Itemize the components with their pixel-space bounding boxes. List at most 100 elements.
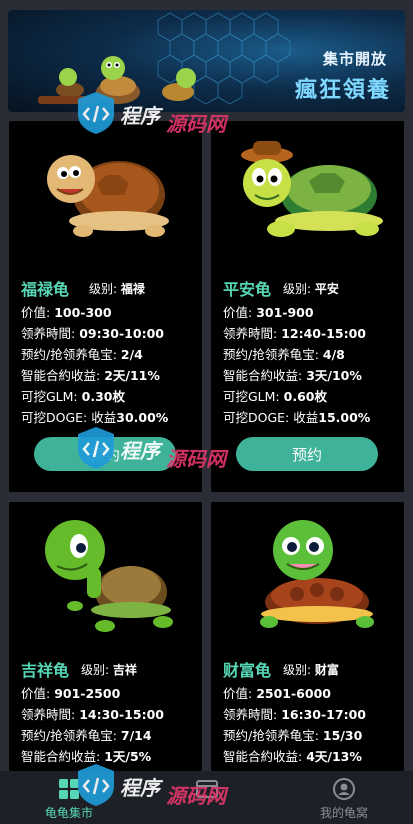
- income-row: 智能合約收益: 4天/13%: [223, 746, 362, 765]
- price-value: 301-900: [256, 305, 314, 320]
- user-icon: [333, 778, 355, 800]
- price-label: 价值:: [223, 305, 253, 320]
- tab-market[interactable]: 龟龟集市: [0, 771, 138, 824]
- reserve-row: 预约/抢领养龟宝: 4/8: [223, 344, 345, 363]
- reserve-row: 预约/抢领养龟宝: 2/4: [21, 344, 143, 363]
- time-label: 领养時間:: [21, 707, 76, 722]
- banner-slogan: 瘋狂領養: [294, 78, 391, 103]
- turtle-card-fulu[interactable]: 福禄龟 级别: 福禄 价值: 100-300 领养時間: 09:30-10:00…: [9, 121, 202, 492]
- level-label: 级别:: [283, 282, 312, 296]
- tab-my-nest-label: 我的龟窝: [319, 806, 368, 820]
- reserve-button[interactable]: 预约: [236, 437, 378, 471]
- turtle-caifu-image: [260, 520, 374, 628]
- glm-row: 可挖GLM: 0.30枚: [21, 386, 125, 405]
- level-row: 级别: 吉祥: [81, 661, 137, 678]
- turtle-jixiang-image: [45, 520, 173, 632]
- income-value: 2天/11%: [104, 368, 160, 383]
- time-label: 领养時間:: [223, 707, 278, 722]
- time-row: 领养時間: 16:30-17:00: [223, 704, 366, 723]
- time-row: 领养時間: 09:30-10:00: [21, 323, 164, 342]
- price-row: 价值: 2501-6000: [223, 683, 331, 702]
- level-value: 福禄: [120, 282, 145, 296]
- price-label: 价值:: [223, 686, 253, 701]
- level-value: 吉祥: [112, 663, 137, 677]
- time-value: 14:30-15:00: [79, 707, 164, 722]
- time-row: 领养時間: 14:30-15:00: [21, 704, 164, 723]
- reserve-label: 预约/抢领养龟宝:: [21, 347, 117, 362]
- reserve-label: 预约/抢领养龟宝:: [223, 728, 319, 743]
- turtle-card-pingan[interactable]: 平安龟 级别: 平安 价值: 301-900 领养時間: 12:40-15:00…: [211, 121, 404, 492]
- level-label: 级别:: [81, 663, 110, 677]
- price-value: 901-2500: [54, 686, 121, 701]
- price-value: 100-300: [54, 305, 112, 320]
- level-value: 财富: [314, 663, 339, 677]
- income-row: 智能合約收益: 1天/5%: [21, 746, 151, 765]
- banner-turtles-illustration: [38, 56, 196, 104]
- level-row: 级别: 财富: [283, 661, 339, 678]
- income-row: 智能合約收益: 2天/11%: [21, 365, 160, 384]
- doge-row: 可挖DOGE: 收益30.00%: [21, 407, 168, 426]
- time-value: 12:40-15:00: [281, 326, 366, 341]
- banner-headline: 集市開放: [322, 50, 387, 68]
- time-label: 领养時間:: [21, 326, 76, 341]
- level-label: 级别:: [89, 282, 118, 296]
- reserve-row: 预约/抢领养龟宝: 7/14: [21, 725, 152, 744]
- glm-value: 0.60枚: [283, 389, 327, 404]
- reserve-label: 预约/抢领养龟宝:: [21, 728, 117, 743]
- turtle-pingan-image: [241, 141, 383, 237]
- reserve-value: 2/4: [120, 347, 143, 362]
- level-row: 级别: 福禄: [89, 280, 145, 297]
- grid-icon: [59, 779, 79, 799]
- time-label: 领养時間:: [223, 326, 278, 341]
- reserve-value: 4/8: [322, 347, 345, 362]
- reserve-row: 预约/抢领养龟宝: 15/30: [223, 725, 362, 744]
- time-row: 领养時間: 12:40-15:00: [223, 323, 366, 342]
- income-value: 4天/13%: [306, 749, 362, 764]
- level-value: 平安: [314, 282, 339, 296]
- doge-prefix: 收益: [293, 410, 319, 425]
- time-value: 09:30-10:00: [79, 326, 164, 341]
- bottom-tab-bar: 龟龟集市 我的龟窝: [0, 771, 413, 824]
- reserve-value: 7/14: [120, 728, 152, 743]
- price-value: 2501-6000: [256, 686, 331, 701]
- turtle-card-caifu[interactable]: 财富龟 级别: 财富 价值: 2501-6000 领养時間: 16:30-17:…: [211, 502, 404, 771]
- turtle-name: 财富龟: [223, 661, 272, 680]
- income-label: 智能合約收益:: [223, 368, 303, 383]
- reserve-button[interactable]: 预约: [34, 437, 176, 471]
- price-row: 价值: 301-900: [223, 302, 314, 321]
- reserve-value: 15/30: [322, 728, 363, 743]
- wallet-icon: [196, 780, 218, 798]
- turtle-name: 吉祥龟: [21, 661, 70, 680]
- promo-banner[interactable]: 集市開放 瘋狂領養: [8, 10, 405, 112]
- glm-label: 可挖GLM:: [223, 389, 280, 404]
- turtle-card-jixiang[interactable]: 吉祥龟 级别: 吉祥 价值: 901-2500 领养時間: 14:30-15:0…: [9, 502, 202, 771]
- glm-value: 0.30枚: [81, 389, 125, 404]
- level-row: 级别: 平安: [283, 280, 339, 297]
- income-row: 智能合約收益: 3天/10%: [223, 365, 362, 384]
- turtle-name: 福禄龟: [21, 280, 70, 299]
- doge-row: 可挖DOGE: 收益15.00%: [223, 407, 370, 426]
- doge-prefix: 收益: [91, 410, 117, 425]
- tab-market-label: 龟龟集市: [44, 806, 93, 820]
- doge-value: 30.00%: [116, 410, 169, 425]
- turtle-fulu-image: [47, 155, 169, 237]
- income-value: 1天/5%: [104, 749, 152, 764]
- tab-my-nest[interactable]: 我的龟窝: [275, 771, 413, 824]
- reserve-label: 预约/抢领养龟宝:: [223, 347, 319, 362]
- doge-label: 可挖DOGE:: [223, 410, 290, 425]
- tab-wallet[interactable]: [138, 771, 276, 824]
- price-row: 价值: 100-300: [21, 302, 112, 321]
- price-label: 价值:: [21, 686, 51, 701]
- glm-row: 可挖GLM: 0.60枚: [223, 386, 327, 405]
- price-row: 价值: 901-2500: [21, 683, 120, 702]
- price-label: 价值:: [21, 305, 51, 320]
- income-label: 智能合約收益:: [223, 749, 303, 764]
- glm-label: 可挖GLM:: [21, 389, 78, 404]
- doge-value: 15.00%: [318, 410, 371, 425]
- turtle-name: 平安龟: [223, 280, 272, 299]
- income-label: 智能合約收益:: [21, 368, 101, 383]
- income-label: 智能合約收益:: [21, 749, 101, 764]
- time-value: 16:30-17:00: [281, 707, 366, 722]
- doge-label: 可挖DOGE:: [21, 410, 88, 425]
- level-label: 级别:: [283, 663, 312, 677]
